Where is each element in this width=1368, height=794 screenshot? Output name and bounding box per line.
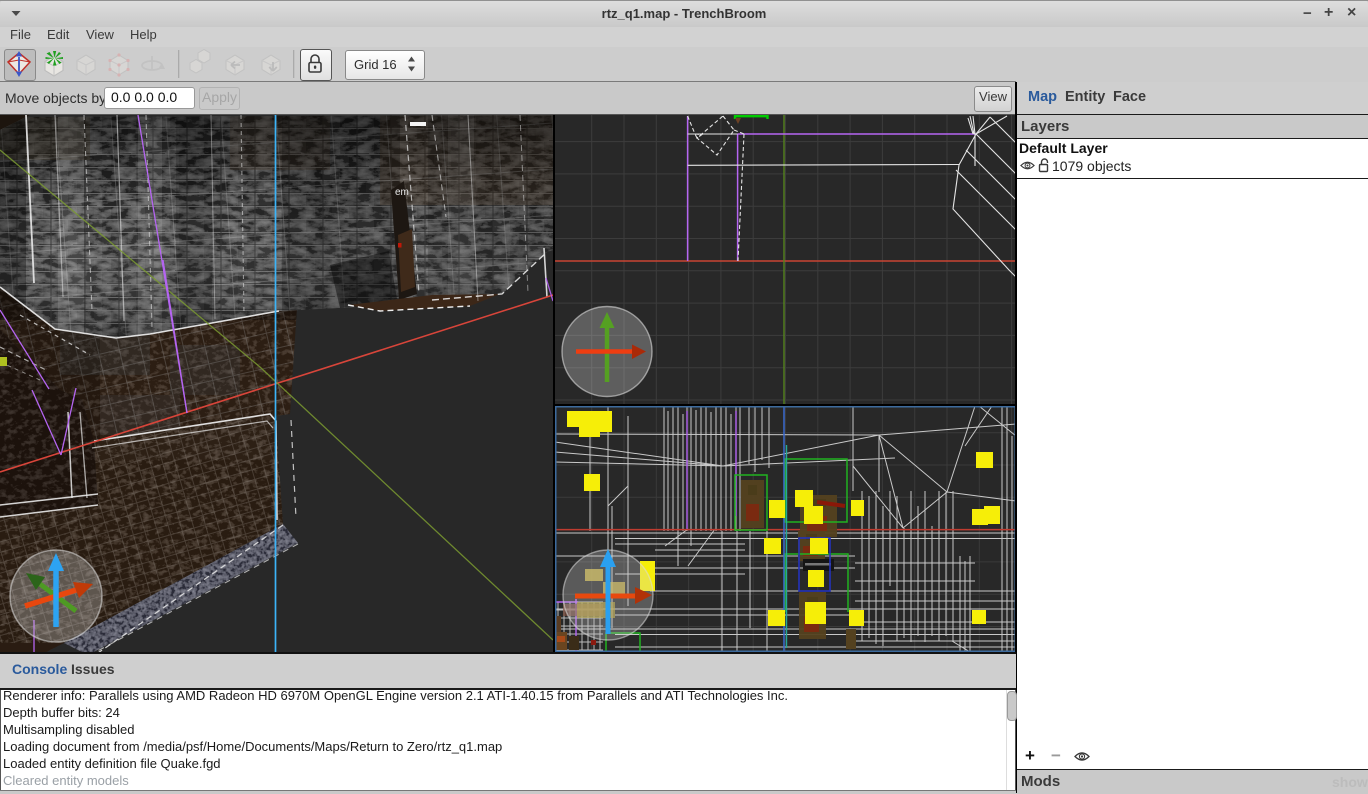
svg-text:em: em xyxy=(395,187,409,198)
